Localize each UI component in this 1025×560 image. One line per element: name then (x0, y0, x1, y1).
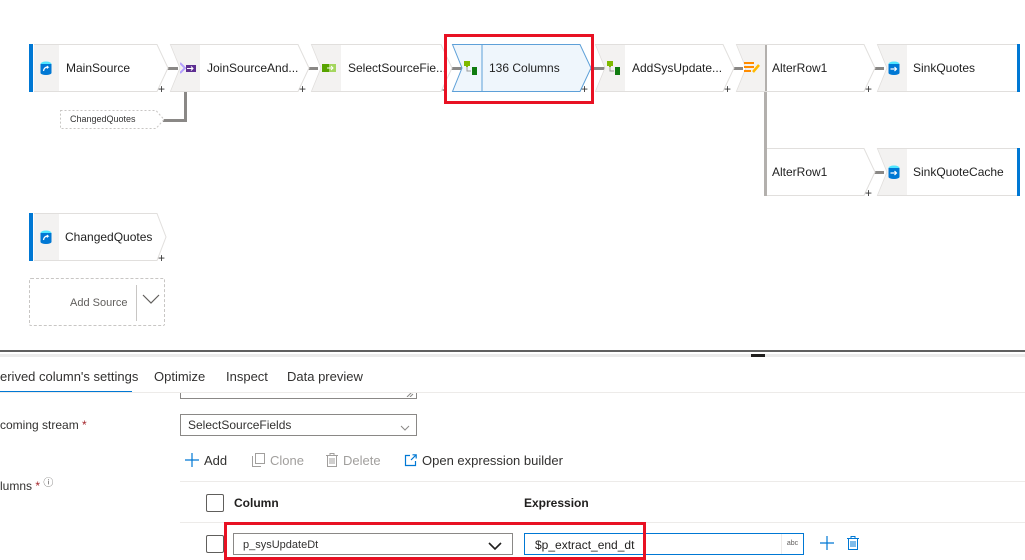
node-label: AddSysUpdate... (632, 61, 723, 75)
node-label: SelectSourceFie... (348, 61, 445, 75)
tab-optimize[interactable]: Optimize (154, 362, 205, 392)
node-main-source[interactable]: MainSource + (29, 44, 169, 95)
required-mark: * (35, 479, 41, 493)
add-transform-plus[interactable]: + (299, 83, 306, 95)
node-label: ChangedQuotes (65, 230, 153, 244)
node-label: SinkQuoteCache (913, 165, 1004, 179)
delete-button-label: Delete (343, 452, 381, 468)
open-external-icon (404, 453, 417, 466)
info-icon[interactable]: ⓘ (43, 478, 53, 489)
add-button[interactable]: Add (185, 450, 227, 470)
description-textarea[interactable] (180, 393, 417, 399)
join-icon (173, 45, 203, 91)
clone-button[interactable]: Clone (252, 450, 304, 470)
column-header: Column (234, 496, 279, 510)
derived-column-settings-panel: coming stream * SelectSourceFields lumns… (0, 393, 1025, 560)
add-row-icon[interactable] (820, 536, 834, 553)
add-button-label: Add (204, 452, 228, 468)
incoming-stream-label: coming stream * (0, 418, 87, 432)
clone-icon (252, 453, 265, 467)
source-icon (31, 214, 61, 260)
trash-icon (326, 453, 338, 467)
node-label: SinkQuotes (913, 61, 976, 75)
tab-derived-column-settings[interactable]: erived column's settings (0, 362, 138, 393)
delete-button[interactable]: Delete (326, 450, 381, 470)
data-flow-canvas[interactable]: MainSource + JoinSourceAnd... + SelectSo… (0, 0, 1025, 350)
node-select-source-fields[interactable]: SelectSourceFie... - (310, 44, 453, 95)
clone-button-label: Clone (270, 452, 304, 468)
node-sink-quotes[interactable]: SinkQuotes (876, 44, 1020, 92)
incoming-stream-select[interactable]: SelectSourceFields (180, 414, 417, 436)
add-source-label: Add Source (70, 297, 128, 309)
panel-splitter[interactable] (0, 350, 1025, 352)
node-alter-row-1-branch[interactable]: AlterRow1 + (764, 148, 876, 199)
open-expression-builder-label: Open expression builder (422, 452, 563, 468)
select-all-checkbox[interactable] (206, 494, 224, 512)
join-reference-label: ChangedQuotes (70, 114, 136, 124)
add-transform-plus[interactable]: + (158, 252, 165, 264)
toolbar-divider (180, 481, 1025, 482)
plus-icon (185, 453, 199, 467)
sink-indicator (1017, 44, 1020, 92)
join-reference-connector (163, 119, 187, 122)
incoming-stream-label-text: coming stream (0, 418, 79, 432)
alter-row-icon (737, 45, 767, 91)
sink-icon (879, 149, 909, 195)
add-transform-plus[interactable]: + (724, 83, 731, 95)
columns-label-text: lumns (0, 479, 33, 493)
splitter-grip-handle[interactable] (751, 354, 765, 357)
required-mark: * (82, 418, 87, 432)
join-reference-tag[interactable]: ChangedQuotes (60, 110, 165, 129)
chevron-down-icon[interactable] (142, 293, 160, 308)
highlight-box-node (444, 34, 594, 104)
columns-label: lumns * ⓘ (0, 478, 53, 493)
chevron-down-icon (400, 421, 410, 435)
select-icon (314, 45, 344, 91)
add-transform-plus[interactable]: + (865, 83, 872, 95)
join-reference-connector (184, 91, 187, 121)
derived-column-icon (598, 45, 628, 91)
tab-data-preview[interactable]: Data preview (287, 362, 363, 392)
node-label: JoinSourceAnd... (207, 61, 299, 75)
node-changed-quotes[interactable]: ChangedQuotes + (29, 213, 169, 264)
node-sink-quote-cache[interactable]: SinkQuoteCache (876, 148, 1020, 196)
node-label: AlterRow1 (772, 61, 828, 75)
node-join[interactable]: JoinSourceAnd... + (169, 44, 310, 95)
panel-splitter-strip[interactable] (0, 354, 1025, 357)
string-type-badge: abc (781, 534, 803, 554)
sink-icon (879, 45, 909, 91)
open-expression-builder-button[interactable]: Open expression builder (404, 450, 563, 470)
source-icon (31, 45, 61, 91)
expression-header: Expression (524, 496, 589, 510)
sink-indicator (1017, 148, 1020, 196)
delete-row-icon[interactable] (847, 536, 859, 553)
add-transform-plus[interactable]: + (158, 83, 165, 95)
add-source-separator (136, 285, 137, 321)
node-add-sys-update[interactable]: AddSysUpdate... + (594, 44, 735, 95)
highlight-box-row (224, 522, 646, 560)
tab-inspect[interactable]: Inspect (226, 362, 268, 392)
add-source-button[interactable]: Add Source (29, 278, 165, 326)
node-label: MainSource (66, 61, 131, 75)
add-transform-plus[interactable]: + (865, 187, 872, 199)
resize-grip-icon (406, 393, 414, 397)
node-label: AlterRow1 (772, 165, 828, 179)
row-checkbox[interactable] (206, 535, 224, 553)
settings-tabs: erived column's settings Optimize Inspec… (0, 362, 1025, 393)
node-alter-row-1[interactable]: AlterRow1 + (735, 44, 876, 95)
incoming-stream-value: SelectSourceFields (188, 418, 292, 432)
